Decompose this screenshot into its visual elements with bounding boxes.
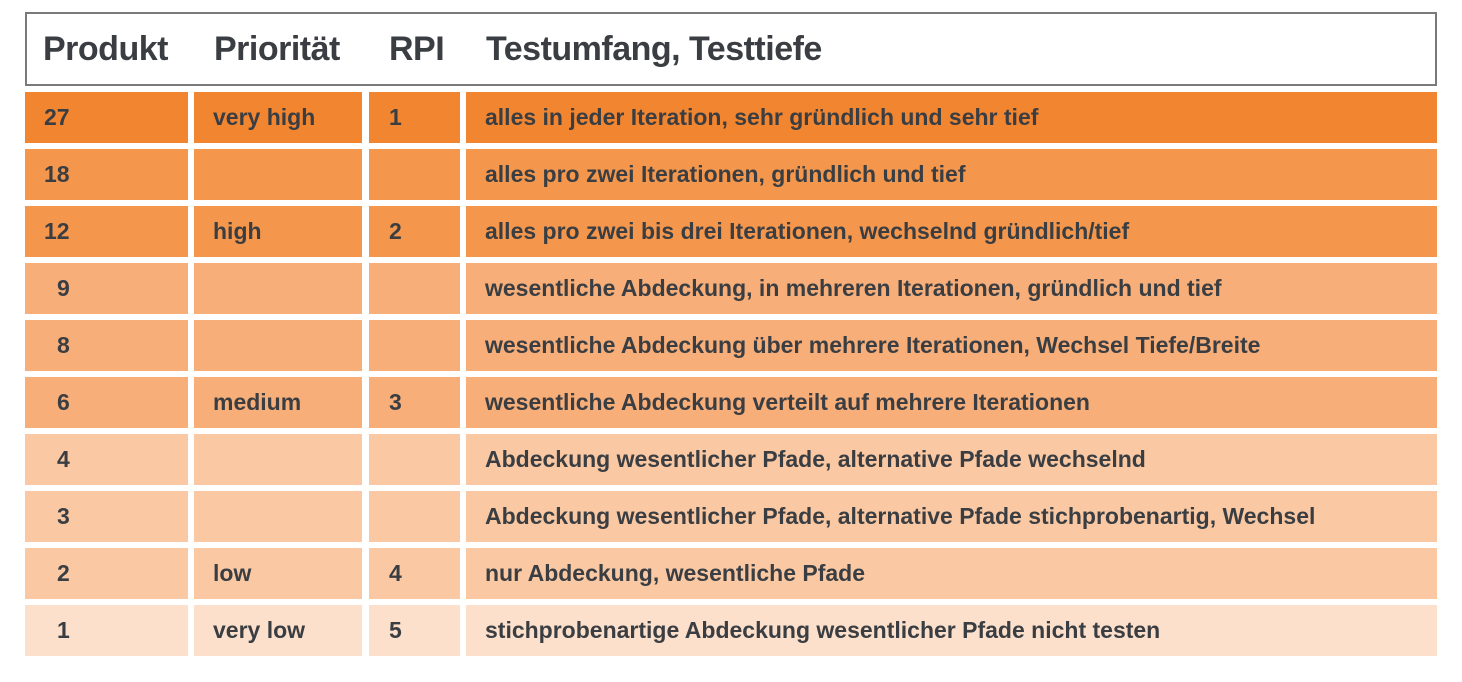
cell-testumfang: Abdeckung wesentlicher Pfade, alternativ… [466,491,1437,542]
cell-produkt: 12 [25,206,188,257]
cell-rpi: 2 [369,206,460,257]
cell-prioritaet: very high [194,92,362,143]
cell-produkt: 4 [25,434,188,485]
table-row: 8 wesentliche Abdeckung über mehrere Iter… [25,320,1437,371]
cell-rpi [369,434,460,485]
cell-rpi [369,320,460,371]
table-row: 1 very low 5 stichprobenartige Abdeckung we… [25,605,1437,656]
cell-produkt: 18 [25,149,188,200]
cell-produkt: 1 [25,605,188,656]
cell-testumfang: alles in jeder Iteration, sehr gründlich… [466,92,1437,143]
table-header: Produkt Priorität RPI Testumfang, Testti… [25,12,1437,86]
table-row: 9 wesentliche Abdeckung, in mehreren Iter… [25,263,1437,314]
cell-rpi [369,149,460,200]
cell-produkt: 2 [25,548,188,599]
cell-produkt: 8 [25,320,188,371]
cell-prioritaet: low [194,548,362,599]
header-rpi: RPI [389,30,445,68]
cell-testumfang: wesentliche Abdeckung, in mehreren Itera… [466,263,1437,314]
cell-produkt: 3 [25,491,188,542]
cell-testumfang: Abdeckung wesentlicher Pfade, alternativ… [466,434,1437,485]
cell-prioritaet [194,149,362,200]
cell-prioritaet [194,434,362,485]
cell-rpi: 5 [369,605,460,656]
cell-produkt: 6 [25,377,188,428]
table-row: 12 high 2 alles pro zwei bis drei Iteration… [25,206,1437,257]
header-testumfang: Testumfang, Testtiefe [486,30,822,68]
cell-prioritaet: medium [194,377,362,428]
cell-prioritaet [194,320,362,371]
cell-testumfang: nur Abdeckung, wesentliche Pfade [466,548,1437,599]
table-row: 18 alles pro zwei Iterationen, gründlich … [25,149,1437,200]
table-row: 2 low 4 nur Abdeckung, wesentliche Pfade [25,548,1437,599]
cell-rpi [369,491,460,542]
header-prioritaet: Priorität [214,30,340,68]
cell-prioritaet [194,263,362,314]
cell-produkt: 9 [25,263,188,314]
cell-testumfang: stichprobenartige Abdeckung wesentlicher… [466,605,1437,656]
cell-produkt: 27 [25,92,188,143]
priority-table: Produkt Priorität RPI Testumfang, Testti… [25,12,1437,656]
cell-rpi: 1 [369,92,460,143]
table-row: 6 medium 3 wesentliche Abdeckung verteilt a… [25,377,1437,428]
table-row: 4 Abdeckung wesentlicher Pfade, alternati… [25,434,1437,485]
cell-prioritaet: very low [194,605,362,656]
cell-rpi [369,263,460,314]
table-row: 3 Abdeckung wesentlicher Pfade, alternati… [25,491,1437,542]
header-produkt: Produkt [43,30,168,68]
cell-rpi: 4 [369,548,460,599]
table-row: 27 very high 1 alles in jeder Iteration, se… [25,92,1437,143]
cell-rpi: 3 [369,377,460,428]
cell-testumfang: alles pro zwei Iterationen, gründlich un… [466,149,1437,200]
cell-testumfang: wesentliche Abdeckung verteilt auf mehre… [466,377,1437,428]
cell-testumfang: alles pro zwei bis drei Iterationen, wec… [466,206,1437,257]
cell-testumfang: wesentliche Abdeckung über mehrere Itera… [466,320,1437,371]
cell-prioritaet [194,491,362,542]
cell-prioritaet: high [194,206,362,257]
